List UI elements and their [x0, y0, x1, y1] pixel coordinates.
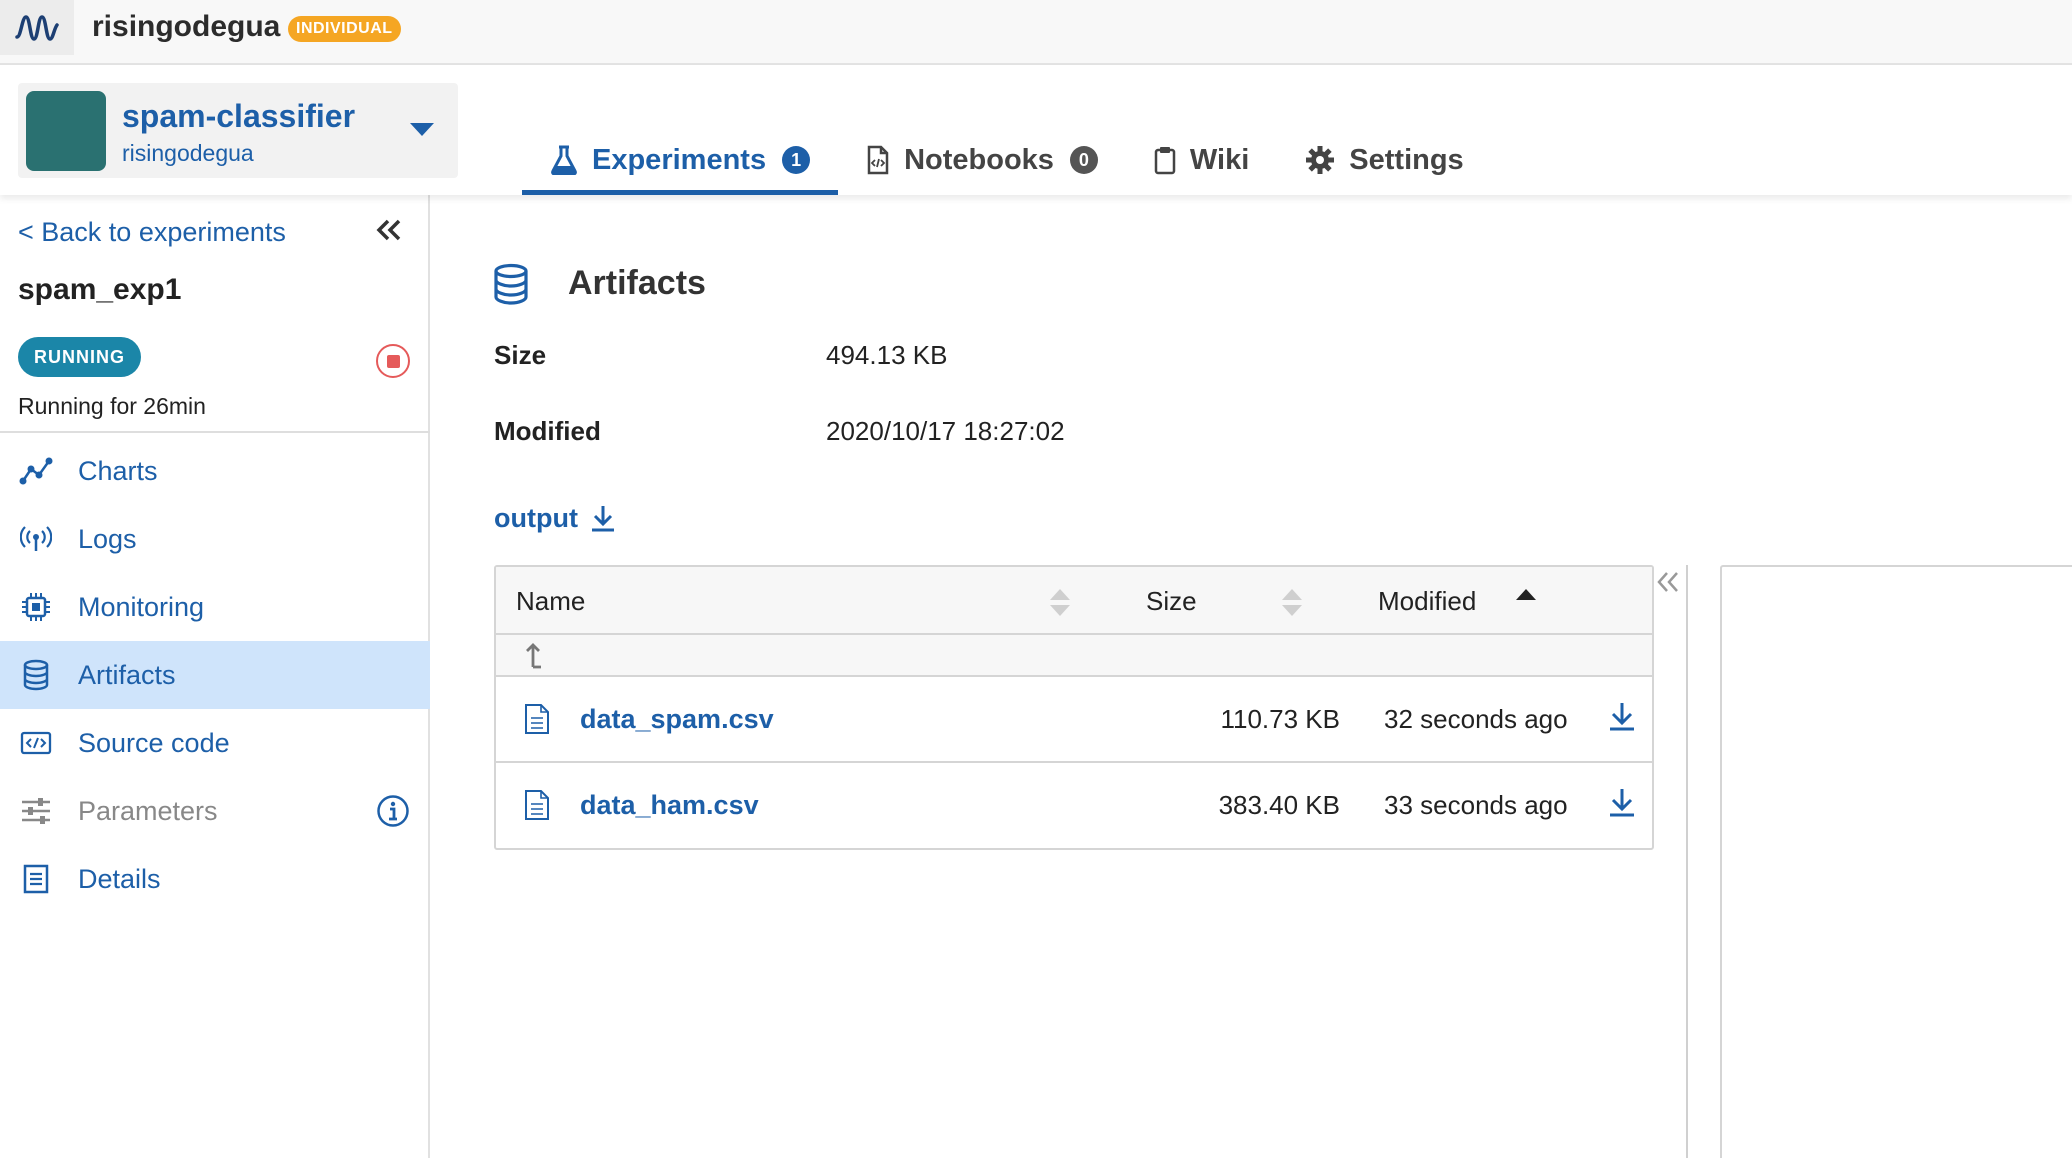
sidebar-item-label: Details [78, 863, 161, 894]
download-icon[interactable] [1608, 701, 1636, 736]
tab-wiki[interactable]: Wiki [1126, 125, 1277, 195]
main-content: Artifacts Size 494.13 KB Modified 2020/1… [432, 195, 2072, 1158]
collapse-pane-icon[interactable] [1656, 571, 1680, 598]
file-size: 110.73 KB [1220, 704, 1340, 734]
sidebar-item-charts[interactable]: Charts [0, 437, 430, 505]
sidebar-item-details[interactable]: Details [0, 845, 430, 913]
file-icon [524, 703, 550, 740]
sidebar-item-label: Charts [78, 455, 158, 486]
sliders-icon [18, 793, 54, 829]
modified-value: 2020/10/17 18:27:02 [826, 416, 1065, 446]
file-size: 383.40 KB [1218, 790, 1340, 820]
size-label: Size [494, 340, 547, 370]
folder-name[interactable]: output [494, 501, 578, 535]
plan-badge: INDIVIDUAL [288, 16, 401, 42]
clipboard-icon [1154, 145, 1176, 175]
info-icon[interactable] [376, 794, 410, 835]
sort-icon[interactable] [1282, 589, 1304, 619]
column-header-size[interactable]: Size [1146, 584, 1197, 618]
file-icon [524, 789, 550, 826]
gear-icon [1305, 145, 1335, 175]
experiment-sidebar: < Back to experiments spam_exp1 RUNNING … [0, 195, 430, 1158]
tab-settings[interactable]: Settings [1277, 125, 1491, 195]
column-header-modified[interactable]: Modified [1378, 584, 1476, 618]
project-name[interactable]: spam-classifier [122, 97, 355, 135]
table-row[interactable]: data_ham.csv 383.40 KB 33 seconds ago [496, 763, 1652, 848]
column-header-name[interactable]: Name [516, 584, 585, 618]
sidebar-nav: Charts Logs Monitoring Artifacts Source … [0, 437, 430, 913]
tab-notebooks[interactable]: Notebooks 0 [838, 125, 1126, 195]
tab-experiments[interactable]: Experiments 1 [522, 125, 839, 195]
file-preview-pane [1720, 565, 2072, 1158]
sidebar-item-parameters[interactable]: Parameters [0, 777, 430, 845]
notebook-icon [866, 145, 890, 175]
document-icon [18, 861, 54, 897]
sidebar-item-logs[interactable]: Logs [0, 505, 430, 573]
sidebar-item-source-code[interactable]: Source code [0, 709, 430, 777]
org-name[interactable]: risingodegua [92, 6, 280, 48]
project-selector[interactable]: spam-classifier risingodegua [18, 83, 458, 178]
file-name-link[interactable]: data_ham.csv [580, 787, 759, 823]
experiment-name: spam_exp1 [18, 273, 182, 306]
download-icon[interactable] [1608, 787, 1636, 822]
project-avatar [26, 91, 106, 171]
sidebar-divider [0, 431, 430, 433]
sidebar-item-label: Monitoring [78, 591, 205, 622]
file-modified: 33 seconds ago [1384, 790, 1568, 820]
download-icon[interactable] [590, 504, 616, 532]
sidebar-item-label: Source code [78, 727, 230, 758]
chevron-down-icon[interactable] [410, 123, 434, 136]
flask-icon [550, 145, 578, 175]
top-bar: risingodegua INDIVIDUAL [0, 0, 2072, 65]
pane-divider[interactable] [1686, 565, 1688, 1158]
sidebar-item-label: Parameters [78, 795, 218, 826]
collapse-sidebar-icon[interactable] [372, 213, 406, 247]
back-to-experiments-link[interactable]: < Back to experiments [18, 215, 286, 249]
sort-ascending-icon[interactable] [1516, 589, 1538, 619]
file-name-link[interactable]: data_spam.csv [580, 701, 774, 737]
status-badge: RUNNING [18, 337, 141, 377]
project-header: spam-classifier risingodegua Experiments… [0, 65, 2072, 195]
database-icon [492, 263, 530, 310]
running-duration: Running for 26min [18, 393, 206, 419]
tab-label: Settings [1349, 143, 1464, 176]
tab-label: Wiki [1189, 143, 1250, 176]
wave-logo-icon[interactable] [0, 0, 74, 55]
tab-label: Notebooks [904, 143, 1054, 176]
page-title: Artifacts [568, 264, 706, 302]
sidebar-item-monitoring[interactable]: Monitoring [0, 573, 430, 641]
table-row[interactable]: data_spam.csv 110.73 KB 32 seconds ago [496, 677, 1652, 763]
size-value: 494.13 KB [826, 340, 948, 370]
code-icon [18, 725, 54, 761]
sidebar-item-label: Logs [78, 523, 137, 554]
up-level-icon[interactable] [524, 641, 542, 674]
antenna-icon [18, 521, 54, 557]
stop-experiment-button[interactable] [376, 344, 410, 378]
folder-breadcrumb[interactable]: output [494, 501, 616, 535]
database-icon [18, 657, 54, 693]
project-tabs: Experiments 1 Notebooks 0 Wiki Settings [522, 125, 1492, 195]
chart-line-icon [18, 453, 54, 489]
sidebar-item-artifacts[interactable]: Artifacts [0, 641, 430, 709]
stop-icon [386, 354, 400, 368]
parent-directory-row[interactable] [496, 635, 1652, 677]
tab-label: Experiments [592, 143, 767, 176]
artifacts-table: Name Size Modified data_spam.csv 110.73 … [494, 565, 1654, 850]
file-modified: 32 seconds ago [1384, 704, 1568, 734]
notebooks-count-badge: 0 [1069, 146, 1098, 174]
project-owner[interactable]: risingodegua [122, 139, 254, 167]
modified-label: Modified [494, 416, 601, 446]
sort-icon[interactable] [1050, 589, 1072, 619]
table-header: Name Size Modified [496, 567, 1652, 635]
sidebar-item-label: Artifacts [78, 659, 176, 690]
chip-icon [18, 589, 54, 625]
experiments-count-badge: 1 [782, 146, 811, 174]
